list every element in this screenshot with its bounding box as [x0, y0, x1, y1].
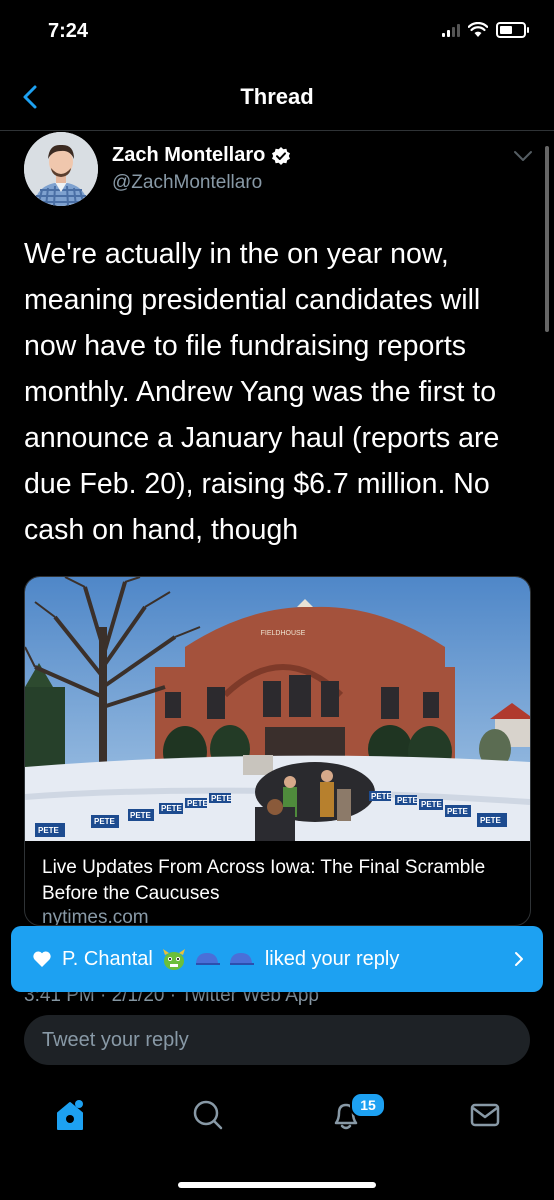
svg-text:PETE: PETE [211, 794, 233, 803]
toast-user: P. Chantal [62, 947, 153, 970]
author-name-row[interactable]: Zach Montellaro [112, 144, 291, 167]
heart-icon [33, 951, 51, 967]
notification-badge: 15 [350, 1092, 386, 1118]
svg-text:PETE: PETE [447, 807, 469, 816]
author-handle[interactable]: @ZachMontellaro [112, 172, 262, 194]
svg-text:PETE: PETE [421, 800, 443, 809]
card-image: FIELDHOUSE PETE PETE PETE PETE PETE PETE… [25, 577, 530, 841]
svg-text:PETE: PETE [94, 817, 116, 826]
building-sign-text: FIELDHOUSE [261, 630, 306, 637]
dragon-emoji-icon [162, 949, 185, 970]
reply-input[interactable]: Tweet your reply [24, 1015, 530, 1065]
scrollbar[interactable] [545, 146, 549, 332]
card-title: Live Updates From Across Iowa: The Final… [42, 857, 486, 904]
avatar[interactable] [24, 132, 98, 206]
verified-badge-icon [272, 146, 291, 165]
tweet-text: We're actually in the on year now, meani… [24, 238, 500, 546]
svg-text:PETE: PETE [38, 826, 60, 835]
home-icon[interactable] [50, 1095, 90, 1135]
signal-icon [442, 23, 460, 37]
avatar-image [24, 132, 98, 206]
search-icon[interactable] [188, 1095, 228, 1135]
mail-icon[interactable] [465, 1095, 505, 1135]
chevron-down-icon[interactable] [512, 148, 534, 164]
chevron-right-icon [515, 952, 523, 966]
author-name[interactable]: Zach Montellaro [112, 144, 265, 167]
link-card[interactable]: FIELDHOUSE PETE PETE PETE PETE PETE PETE… [24, 576, 531, 926]
svg-text:PETE: PETE [187, 799, 209, 808]
home-indicator [178, 1182, 376, 1188]
nav-divider [0, 130, 554, 131]
status-icons [442, 22, 529, 38]
svg-text:PETE: PETE [397, 796, 419, 805]
toast-action: liked your reply [264, 947, 400, 970]
svg-text:PETE: PETE [161, 804, 183, 813]
cap-icon [229, 953, 254, 965]
status-time: 7:24 [48, 20, 89, 42]
cap-icon [195, 953, 220, 965]
card-domain: nytimes.com [42, 907, 149, 926]
svg-text:PETE: PETE [480, 816, 502, 825]
page-title: Thread [240, 84, 314, 109]
like-notification-toast[interactable]: P. Chantal liked your reply [11, 926, 543, 992]
reply-placeholder: Tweet your reply [42, 1029, 189, 1051]
svg-text:PETE: PETE [130, 811, 152, 820]
svg-text:PETE: PETE [371, 792, 393, 801]
wifi-icon [468, 22, 488, 37]
battery-icon [496, 22, 529, 38]
